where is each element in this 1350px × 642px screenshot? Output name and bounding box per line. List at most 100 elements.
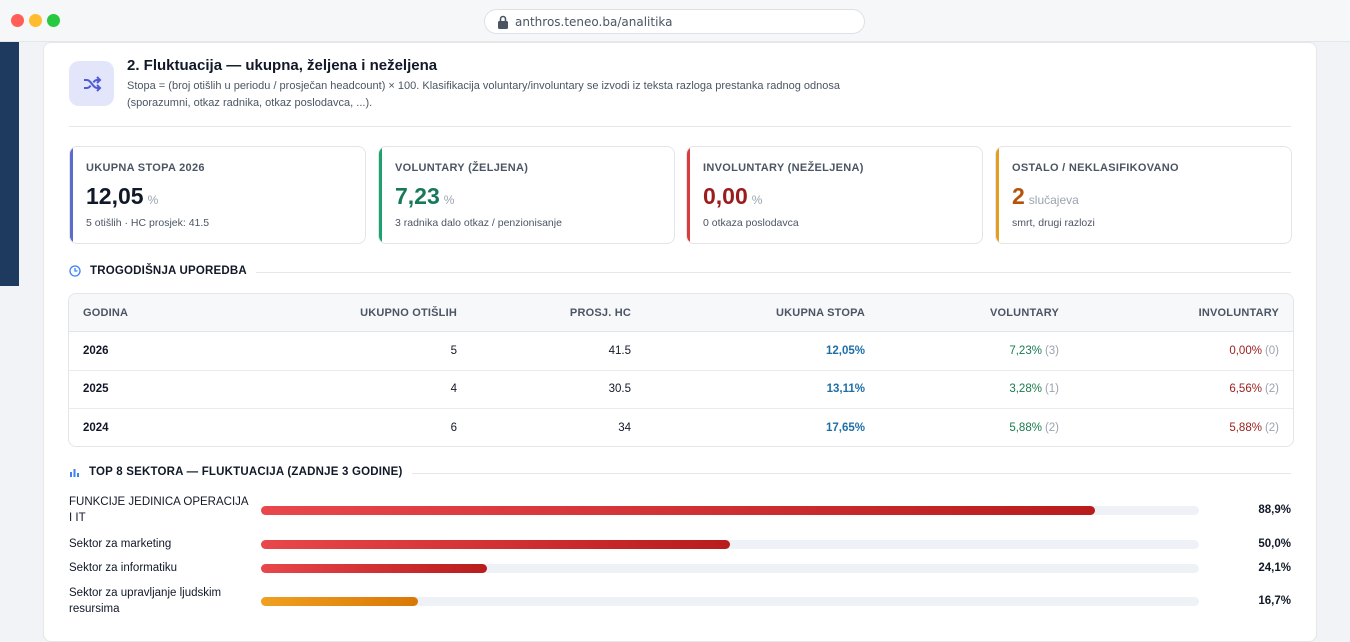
table-row: 2026 5 41.5 12,05% 7,23% (3) 0,00% (0) [69,332,1293,371]
voluntary-count: (1) [1044,383,1059,396]
sidebar [0,42,19,286]
sector-bar-fill [261,564,488,573]
kpi-value: 7,23 [395,183,440,209]
sector-bar-fill [261,540,730,549]
column-header[interactable]: PROSJ. HC [570,294,631,331]
voluntary-cell: 3,28% (1) [1009,371,1059,409]
divider [412,473,1291,474]
column-header[interactable]: VOLUNTARY [990,294,1059,331]
kpi-value-wrap: 2 slučajeva [1012,183,1079,210]
url-text: anthros.teneo.ba/analitika [515,14,673,29]
kpi-accent-bar [687,147,690,243]
involuntary-cell: 6,56% (2) [1229,371,1279,409]
rate-cell: 12,05% [825,344,865,357]
sector-name: Sektor za marketing [69,538,172,550]
comparison-table: GODINA UKUPNO OTIŠLIH PROSJ. HC UKUPNA S… [68,293,1294,447]
sector-bar-fill [261,506,1095,515]
comparison-heading: TROGODIŠNJA UPOREDBA [69,265,247,277]
comparison-heading-text: TROGODIŠNJA UPOREDBA [90,265,247,277]
voluntary-rate: 7,23% [1009,344,1042,357]
kpi-label: UKUPNA STOPA 2026 [86,162,205,174]
voluntary-cell: 5,88% (2) [1009,409,1059,446]
rate-cell: 17,65% [825,422,865,435]
address-bar[interactable]: anthros.teneo.ba/analitika [484,9,865,34]
close-window-button[interactable] [11,14,24,27]
lock-icon [498,15,508,29]
involuntary-cell: 5,88% (2) [1229,409,1279,446]
sector-bar-fill [261,597,418,606]
sector-percent: 16,7% [1258,595,1291,607]
sector-bar-track [261,597,1199,606]
involuntary-rate: 6,56% [1229,383,1262,396]
kpi-unit: % [443,193,455,207]
kpi-subtext: 5 otišlih · HC prosjek: 41.5 [86,217,210,229]
divider [256,272,1291,273]
kpi-unit: % [147,193,159,207]
bar-chart-icon [70,468,79,477]
sector-bar-track [261,540,1199,549]
involuntary-cell: 0,00% (0) [1229,332,1279,370]
clock-icon [69,265,81,277]
kpi-value-wrap: 7,23% [395,183,454,210]
sectors-heading: TOP 8 SEKTORA — FLUKTUACIJA (ZADNJE 3 GO… [69,466,403,478]
voluntary-rate: 5,88% [1009,422,1042,435]
kpi-card-involuntary: INVOLUNTARY (NEŽELJENA) 0,00% 0 otkaza p… [686,146,983,244]
hc-cell: 30.5 [608,383,631,396]
kpi-value: 0,00 [703,183,748,209]
kpi-value-wrap: 0,00% [703,183,762,210]
kpi-label: VOLUNTARY (ŽELJENA) [395,162,529,174]
kpi-label: INVOLUNTARY (NEŽELJENA) [703,162,864,174]
voluntary-count: (2) [1044,422,1059,435]
kpi-subtext: 0 otkaza poslodavca [703,217,799,229]
column-header[interactable]: UKUPNA STOPA [776,294,865,331]
sector-name: Sektor za upravljanje ljudskim resursima [69,587,222,615]
involuntary-rate: 0,00% [1229,344,1262,357]
table-header: GODINA UKUPNO OTIŠLIH PROSJ. HC UKUPNA S… [69,294,1293,332]
involuntary-count: (2) [1264,422,1279,435]
column-header[interactable]: GODINA [83,294,128,331]
kpi-accent-bar [70,147,73,243]
year-cell: 2025 [83,383,109,396]
kpi-label: OSTALO / NEKLASIFIKOVANO [1012,162,1179,174]
fluctuation-section: 2. Fluktuacija — ukupna, željena i nežel… [43,42,1317,642]
kpi-card-other: OSTALO / NEKLASIFIKOVANO 2 slučajeva smrt… [995,146,1292,244]
column-header[interactable]: UKUPNO OTIŠLIH [360,294,457,331]
kpi-subtext: 3 radnika dalo otkaz / penzionisanje [395,217,562,229]
rate-cell: 13,11% [826,383,865,396]
voluntary-count: (3) [1044,344,1059,357]
total-cell: 5 [450,344,457,357]
kpi-card-voluntary: VOLUNTARY (ŽELJENA) 7,23% 3 radnika dalo… [378,146,675,244]
section-description: Stopa = (broj otišlih u periodu / prosje… [127,80,840,109]
kpi-unit: slučajeva [1028,193,1079,207]
total-cell: 4 [450,383,457,396]
total-cell: 6 [450,422,457,435]
kpi-subtext: smrt, drugi razlozi [1012,217,1095,229]
sector-bar-track [261,506,1199,515]
minimize-window-button[interactable] [29,14,42,27]
involuntary-count: (0) [1264,344,1279,357]
involuntary-count: (2) [1264,383,1279,396]
year-cell: 2026 [83,344,109,357]
kpi-accent-bar [379,147,382,243]
hc-cell: 34 [618,422,631,435]
table-row: 2024 6 34 17,65% 5,88% (2) 5,88% (2) [69,409,1293,446]
sector-percent: 24,1% [1258,562,1291,574]
voluntary-rate: 3,28% [1009,383,1042,396]
kpi-value-wrap: 12,05% [86,183,158,210]
table-row: 2025 4 30.5 13,11% 3,28% (1) 6,56% (2) [69,371,1293,409]
sector-bar-track [261,564,1199,573]
maximize-window-button[interactable] [47,14,60,27]
kpi-unit: % [751,193,763,207]
sector-percent: 50,0% [1258,538,1291,550]
involuntary-rate: 5,88% [1229,422,1262,435]
column-header[interactable]: INVOLUNTARY [1199,294,1279,331]
kpi-value: 2 [1012,183,1025,209]
divider [69,126,1291,127]
kpi-value: 12,05 [86,183,144,209]
year-cell: 2024 [83,422,109,435]
sector-name: Sektor za informatiku [69,562,178,574]
shuffle-icon [69,61,114,106]
hc-cell: 41.5 [608,344,631,357]
sector-name: FUNKCIJE JEDINICA OPERACIJA I IT [69,496,248,524]
section-title: 2. Fluktuacija — ukupna, željena i nežel… [127,57,438,74]
